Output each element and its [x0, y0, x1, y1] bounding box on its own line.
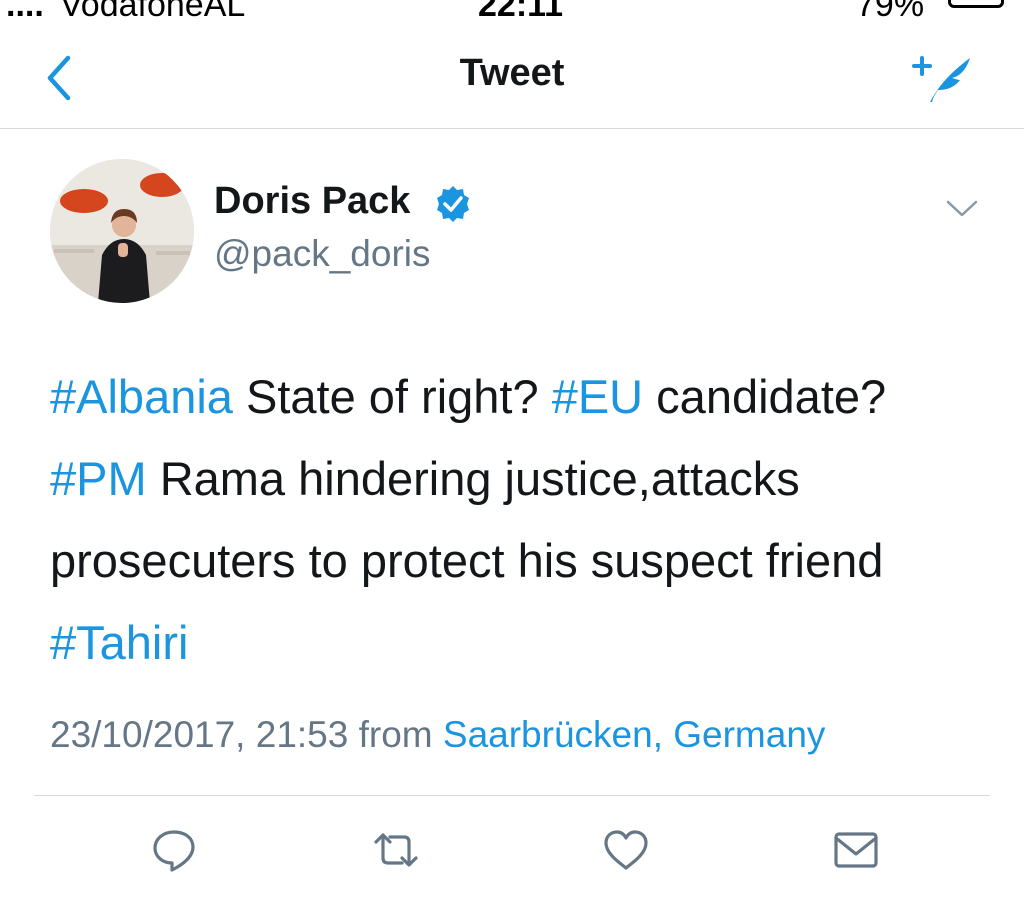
avatar[interactable] — [50, 159, 194, 303]
verified-badge-icon — [434, 185, 472, 223]
share-icon — [834, 832, 878, 868]
tweet-text-segment: Rama hindering justice,attacks prosecute… — [50, 452, 884, 587]
compose-tweet-button[interactable] — [908, 48, 978, 108]
like-button[interactable] — [602, 826, 650, 874]
status-bar: .... VodafoneAL 22:11 79% — [0, 0, 1024, 24]
author-name[interactable]: Doris Pack — [214, 180, 410, 223]
profile-photo — [50, 159, 194, 303]
reply-button[interactable] — [150, 826, 198, 874]
author-handle[interactable]: @pack_doris — [214, 233, 431, 275]
reply-icon — [153, 830, 195, 872]
tweet-meta: 23/10/2017, 21:53 from Saarbrücken, Germ… — [50, 714, 825, 756]
divider — [34, 795, 990, 796]
battery-icon — [948, 0, 1004, 8]
page-title: Tweet — [459, 52, 565, 94]
hashtag-tahiri[interactable]: #Tahiri — [50, 616, 188, 669]
chevron-down-icon — [946, 200, 978, 217]
retweet-button[interactable] — [372, 826, 420, 874]
share-button[interactable] — [832, 826, 880, 874]
from-label: from — [358, 714, 433, 755]
carrier-name: VodafoneAL — [60, 0, 246, 24]
hashtag-pm[interactable]: #PM — [50, 452, 147, 505]
like-icon — [604, 830, 648, 870]
tweet-location-link[interactable]: Saarbrücken, Germany — [443, 714, 826, 755]
compose-tweet-icon — [912, 56, 970, 102]
retweet-icon — [374, 833, 418, 867]
tweet-text-segment: State of right? — [232, 370, 552, 423]
navigation-bar: Tweet — [0, 28, 1024, 129]
tweet-text-segment: candidate? — [643, 370, 887, 423]
battery-percent: 79% — [856, 0, 925, 24]
status-time: 22:11 — [478, 0, 564, 24]
signal-strength-icon: .... — [6, 0, 44, 24]
hashtag-eu[interactable]: #EU — [552, 370, 643, 423]
tweet-detail-screen: .... VodafoneAL 22:11 79% Tweet Doris Pa… — [0, 0, 1024, 898]
tweet-options-button[interactable] — [944, 196, 980, 220]
tweet-text: #Albania State of right? #EU candidate? … — [50, 356, 990, 684]
tweet-timestamp: 23/10/2017, 21:53 — [50, 714, 349, 755]
hashtag-albania[interactable]: #Albania — [50, 370, 233, 423]
